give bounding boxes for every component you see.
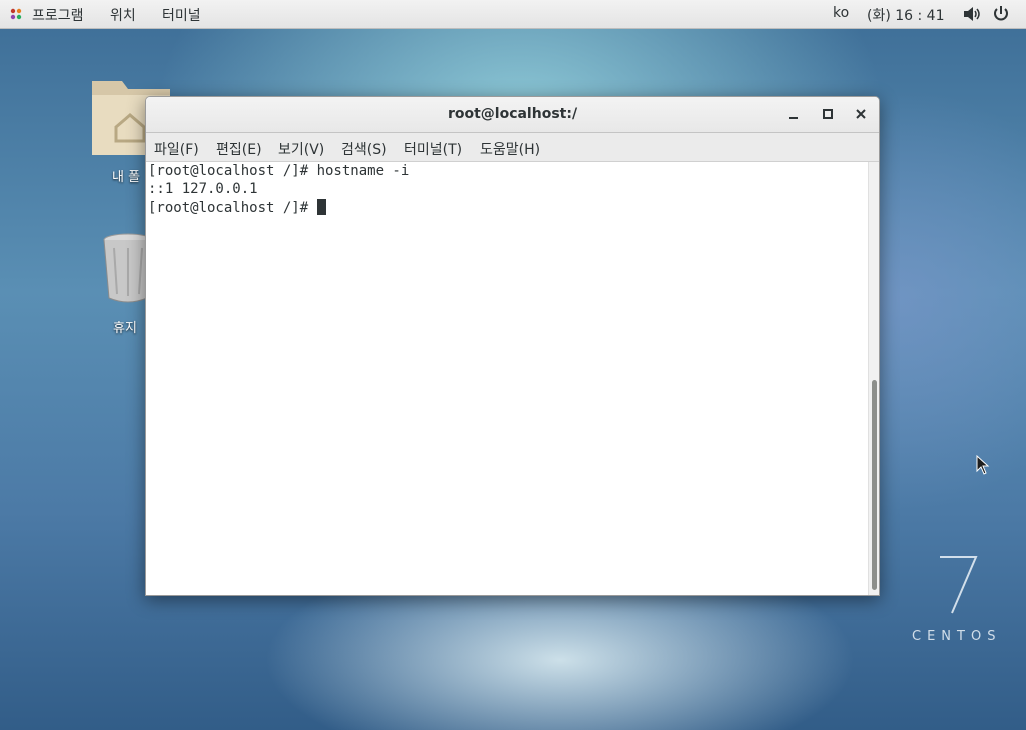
menu-file[interactable]: 파일(F) [154,139,199,159]
applications-menu[interactable]: 프로그램 [32,5,84,25]
menu-search[interactable]: 검색(S) [341,139,387,159]
trash-icon[interactable] [100,232,150,306]
close-icon[interactable] [852,105,870,123]
window-titlebar[interactable]: root@localhost:/ [146,97,879,133]
menu-edit[interactable]: 편집(E) [216,139,262,159]
home-folder-label: 내 폴 [112,170,141,185]
maximize-icon[interactable] [819,105,837,123]
places-menu[interactable]: 위치 [110,5,136,25]
terminal-prompt: [root@localhost /]# [148,200,317,216]
menu-terminal[interactable]: 터미널(T) [404,139,462,159]
text-cursor [316,199,326,215]
terminal-line: ::1 127.0.0.1 [148,181,258,197]
menu-help[interactable]: 도움말(H) [480,139,540,159]
terminal-window: root@localhost:/ 파일(F) 편집(E) 보기(V) 검색(S)… [145,96,880,596]
window-menubar: 파일(F) 편집(E) 보기(V) 검색(S) 터미널(T) 도움말(H) [146,133,879,162]
centos-logo-text: CENTOS [912,629,1002,644]
terminal-line: [root@localhost /]# hostname -i [148,163,410,179]
terminal-scrollbar[interactable] [868,162,879,595]
clock[interactable]: (화) 16 : 41 [867,5,945,25]
terminal-app-menu[interactable]: 터미널 [162,5,201,25]
menu-view[interactable]: 보기(V) [278,139,324,159]
top-panel: 프로그램 위치 터미널 ko (화) 16 : 41 [0,0,1026,29]
terminal-output[interactable]: [root@localhost /]# hostname -i ::1 127.… [146,162,868,595]
minimize-icon[interactable] [785,105,803,123]
applications-icon[interactable] [9,7,23,21]
window-title: root@localhost:/ [447,106,578,122]
scrollbar-thumb[interactable] [872,380,877,590]
terminal-prompt-line: [root@localhost /]# [148,199,326,216]
power-icon[interactable] [992,5,1010,23]
centos-seven-logo [940,556,978,614]
language-indicator[interactable]: ko [833,5,849,21]
volume-icon[interactable] [963,6,981,22]
mouse-pointer-icon [976,455,990,475]
trash-label: 휴지 [113,321,137,336]
